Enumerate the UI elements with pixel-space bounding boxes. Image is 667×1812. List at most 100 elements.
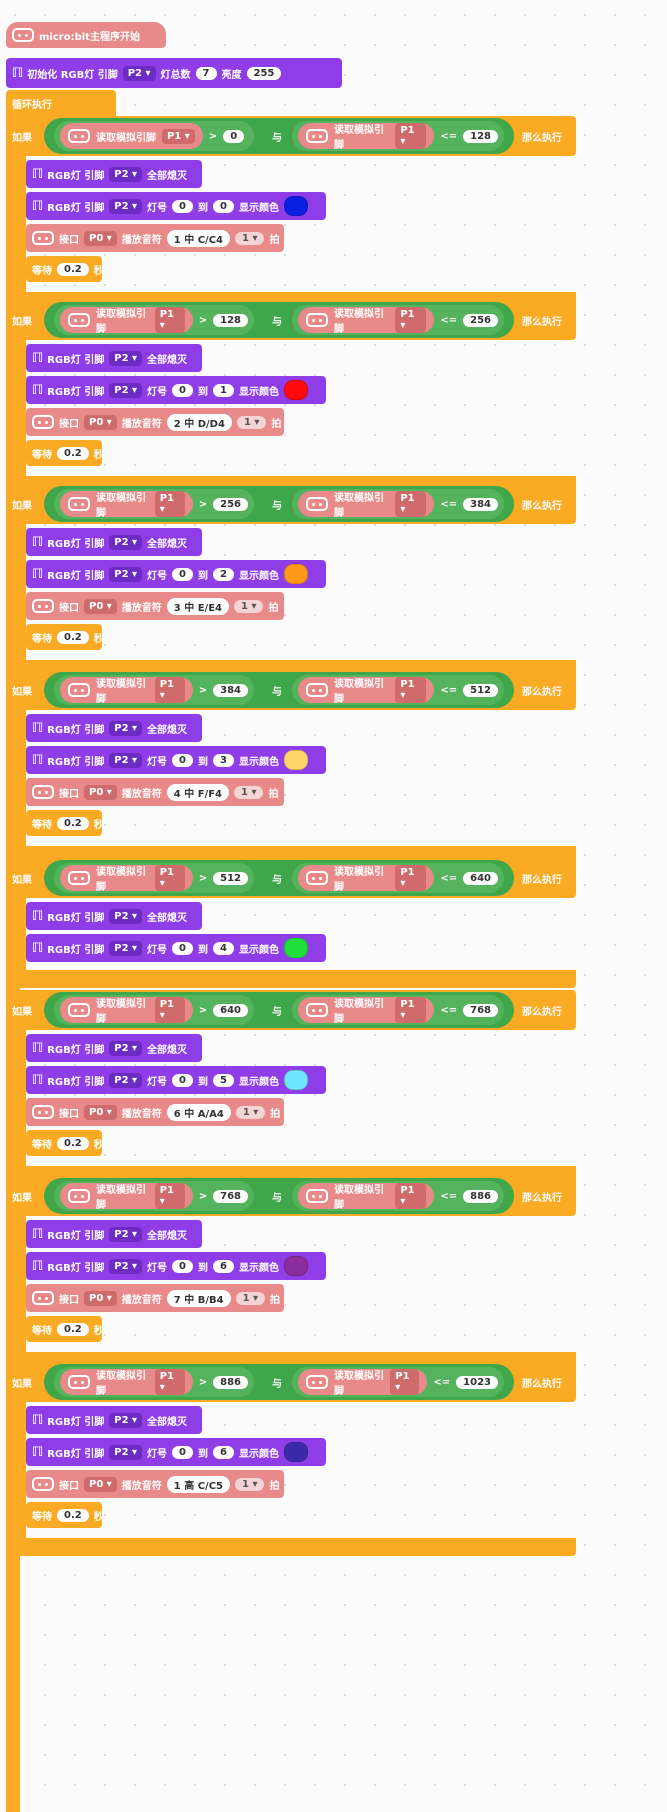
- lamp-to-input[interactable]: 1: [213, 383, 234, 397]
- wait-block[interactable]: 等待 0.2 秒: [26, 810, 104, 836]
- read-analog-pin-block[interactable]: 读取模拟引脚 P1 ▾: [60, 307, 193, 335]
- read-analog-pin-block[interactable]: 读取模拟引脚 P1 ▾: [60, 677, 193, 705]
- read-analog-pin-block[interactable]: 读取模拟引脚 P1 ▾: [298, 865, 435, 893]
- read-pin-dropdown[interactable]: P1 ▾: [154, 491, 185, 517]
- lower-bound-input[interactable]: 512: [213, 871, 248, 885]
- compare-right[interactable]: 读取模拟引脚 P1 ▾ <= 512: [292, 675, 504, 705]
- rgb-show-color-block[interactable]: ℿ RGB灯 引脚 P2 ▾ 灯号 0 到 5 显示颜色: [26, 1066, 326, 1094]
- wait-block[interactable]: 等待 0.2 秒: [26, 1502, 104, 1528]
- lamp-to-input[interactable]: 4: [213, 941, 234, 955]
- rgb-all-off-block[interactable]: ℿ RGB灯 引脚 P2 ▾ 全部熄灭: [26, 1406, 202, 1434]
- lamp-from-input[interactable]: 0: [172, 383, 193, 397]
- rgb-show-color-block[interactable]: ℿ RGB灯 引脚 P2 ▾ 灯号 0 到 3 显示颜色: [26, 746, 326, 774]
- rgb-pin-dropdown[interactable]: P2 ▾: [109, 534, 143, 550]
- wait-seconds-input[interactable]: 0.2: [57, 816, 89, 830]
- compare-left[interactable]: 读取模拟引脚 P1 ▾ >0: [54, 121, 254, 151]
- lamp-from-input[interactable]: 0: [172, 1445, 193, 1459]
- rgb-init-block[interactable]: ℿ 初始化 RGB灯 引脚 P2 ▾ 灯总数 7 亮度 255: [6, 58, 342, 88]
- compare-right[interactable]: 读取模拟引脚 P1 ▾ <= 256: [292, 305, 504, 335]
- rgb-all-off-block[interactable]: ℿ RGB灯 引脚 P2 ▾ 全部熄灭: [26, 902, 202, 930]
- wait-block[interactable]: 等待 0.2 秒: [26, 1316, 104, 1342]
- read-pin-dropdown[interactable]: P1 ▾: [162, 128, 195, 144]
- rgb-all-off-block[interactable]: ℿ RGB灯 引脚 P2 ▾ 全部熄灭: [26, 160, 202, 188]
- le-operator[interactable]: <=: [440, 873, 457, 884]
- rgb-pin-dropdown[interactable]: P2 ▾: [109, 940, 143, 956]
- rgb-pin-dropdown[interactable]: P2 ▾: [109, 1412, 143, 1428]
- play-note-block[interactable]: 接口 P0 ▾ 播放音符 1 高 C/C5 1 ▾ 拍: [26, 1470, 284, 1498]
- wait-block[interactable]: 等待 0.2 秒: [26, 1130, 104, 1156]
- play-note-block[interactable]: 接口 P0 ▾ 播放音符 6 中 A/A4 1 ▾ 拍: [26, 1098, 284, 1126]
- loop-block[interactable]: 循环执行: [6, 90, 116, 116]
- beat-dropdown[interactable]: 1 ▾: [235, 1477, 265, 1491]
- read-analog-pin-block[interactable]: 读取模拟引脚 P1 ▾: [60, 1369, 193, 1397]
- wait-block[interactable]: 等待 0.2 秒: [26, 256, 104, 282]
- upper-bound-input[interactable]: 768: [463, 1003, 498, 1017]
- color-swatch[interactable]: [283, 750, 308, 770]
- upper-bound-input[interactable]: 256: [463, 313, 498, 327]
- rgb-all-off-block[interactable]: ℿ RGB灯 引脚 P2 ▾ 全部熄灭: [26, 344, 202, 372]
- compare-left[interactable]: 读取模拟引脚 P1 ▾ >128: [54, 305, 254, 335]
- note-dropdown[interactable]: 4 中 F/F4: [166, 783, 229, 801]
- gt-operator[interactable]: >: [199, 685, 207, 696]
- program-start-block[interactable]: micro:bit主程序开始: [6, 22, 166, 48]
- read-pin-dropdown[interactable]: P1 ▾: [395, 997, 427, 1023]
- le-operator[interactable]: <=: [440, 1005, 457, 1016]
- lamp-to-input[interactable]: 2: [213, 567, 234, 581]
- note-dropdown[interactable]: 1 高 C/C5: [166, 1475, 231, 1493]
- rgb-show-color-block[interactable]: ℿ RGB灯 引脚 P2 ▾ 灯号 0 到 6 显示颜色: [26, 1438, 326, 1466]
- play-note-block[interactable]: 接口 P0 ▾ 播放音符 3 中 E/E4 1 ▾ 拍: [26, 592, 284, 620]
- read-analog-pin-block[interactable]: 读取模拟引脚 P1 ▾: [298, 1369, 428, 1397]
- compare-left[interactable]: 读取模拟引脚 P1 ▾ >256: [54, 489, 254, 519]
- compare-right[interactable]: 读取模拟引脚 P1 ▾ <= 768: [292, 995, 504, 1025]
- compare-right[interactable]: 读取模拟引脚 P1 ▾ <= 128: [292, 121, 504, 151]
- beat-dropdown[interactable]: 1 ▾: [235, 1105, 266, 1119]
- upper-bound-input[interactable]: 886: [463, 1189, 498, 1203]
- read-analog-pin-block[interactable]: 读取模拟引脚 P1 ▾: [60, 491, 193, 519]
- upper-bound-input[interactable]: 512: [463, 683, 498, 697]
- rgb-pin-dropdown[interactable]: P2 ▾: [109, 1040, 143, 1056]
- lamp-to-input[interactable]: 5: [213, 1073, 234, 1087]
- port-pin-dropdown[interactable]: P0 ▾: [84, 1476, 117, 1492]
- wait-block[interactable]: 等待 0.2 秒: [26, 440, 104, 466]
- port-pin-dropdown[interactable]: P0 ▾: [84, 1104, 117, 1120]
- read-analog-pin-block[interactable]: 读取模拟引脚 P1 ▾: [60, 865, 193, 893]
- read-pin-dropdown[interactable]: P1 ▾: [395, 1183, 427, 1209]
- compare-left[interactable]: 读取模拟引脚 P1 ▾ >384: [54, 675, 254, 705]
- lower-bound-input[interactable]: 640: [213, 1003, 248, 1017]
- rgb-all-off-block[interactable]: ℿ RGB灯 引脚 P2 ▾ 全部熄灭: [26, 714, 202, 742]
- rgb-show-color-block[interactable]: ℿ RGB灯 引脚 P2 ▾ 灯号 0 到 1 显示颜色: [26, 376, 326, 404]
- lamp-from-input[interactable]: 0: [172, 941, 193, 955]
- rgb-show-color-block[interactable]: ℿ RGB灯 引脚 P2 ▾ 灯号 0 到 6 显示颜色: [26, 1252, 326, 1280]
- color-swatch[interactable]: [283, 564, 308, 584]
- beat-dropdown[interactable]: 1 ▾: [234, 785, 264, 799]
- lamp-to-input[interactable]: 6: [213, 1259, 234, 1273]
- color-swatch[interactable]: [283, 1256, 308, 1276]
- lamp-to-input[interactable]: 0: [213, 199, 234, 213]
- upper-bound-input[interactable]: 128: [463, 129, 498, 143]
- compare-left[interactable]: 读取模拟引脚 P1 ▾ >640: [54, 995, 254, 1025]
- wait-seconds-input[interactable]: 0.2: [57, 262, 89, 276]
- read-analog-pin-block[interactable]: 读取模拟引脚 P1 ▾: [60, 123, 203, 149]
- rgb-pin-dropdown[interactable]: P2 ▾: [109, 1258, 143, 1274]
- color-swatch[interactable]: [283, 196, 308, 216]
- beat-dropdown[interactable]: 1 ▾: [234, 599, 264, 613]
- rgb-pin-dropdown[interactable]: P2 ▾: [109, 382, 143, 398]
- note-dropdown[interactable]: 1 中 C/C4: [166, 229, 231, 247]
- upper-bound-input[interactable]: 384: [463, 497, 498, 511]
- read-analog-pin-block[interactable]: 读取模拟引脚 P1 ▾: [298, 997, 435, 1025]
- gt-operator[interactable]: >: [199, 1377, 207, 1388]
- color-swatch[interactable]: [283, 938, 308, 958]
- lamp-from-input[interactable]: 0: [172, 199, 193, 213]
- lamp-from-input[interactable]: 0: [172, 753, 193, 767]
- note-dropdown[interactable]: 7 中 B/B4: [166, 1289, 231, 1307]
- rgb-pin-dropdown[interactable]: P2 ▾: [109, 566, 143, 582]
- wait-block[interactable]: 等待 0.2 秒: [26, 624, 104, 650]
- rgb-pin-dropdown[interactable]: P2 ▾: [109, 752, 143, 768]
- read-analog-pin-block[interactable]: 读取模拟引脚 P1 ▾: [298, 123, 435, 151]
- read-analog-pin-block[interactable]: 读取模拟引脚 P1 ▾: [298, 307, 435, 335]
- le-operator[interactable]: <=: [440, 315, 457, 326]
- port-pin-dropdown[interactable]: P0 ▾: [84, 598, 117, 614]
- wait-seconds-input[interactable]: 0.2: [57, 446, 89, 460]
- read-pin-dropdown[interactable]: P1 ▾: [395, 123, 427, 149]
- rgb-pin-dropdown[interactable]: P2 ▾: [109, 1444, 143, 1460]
